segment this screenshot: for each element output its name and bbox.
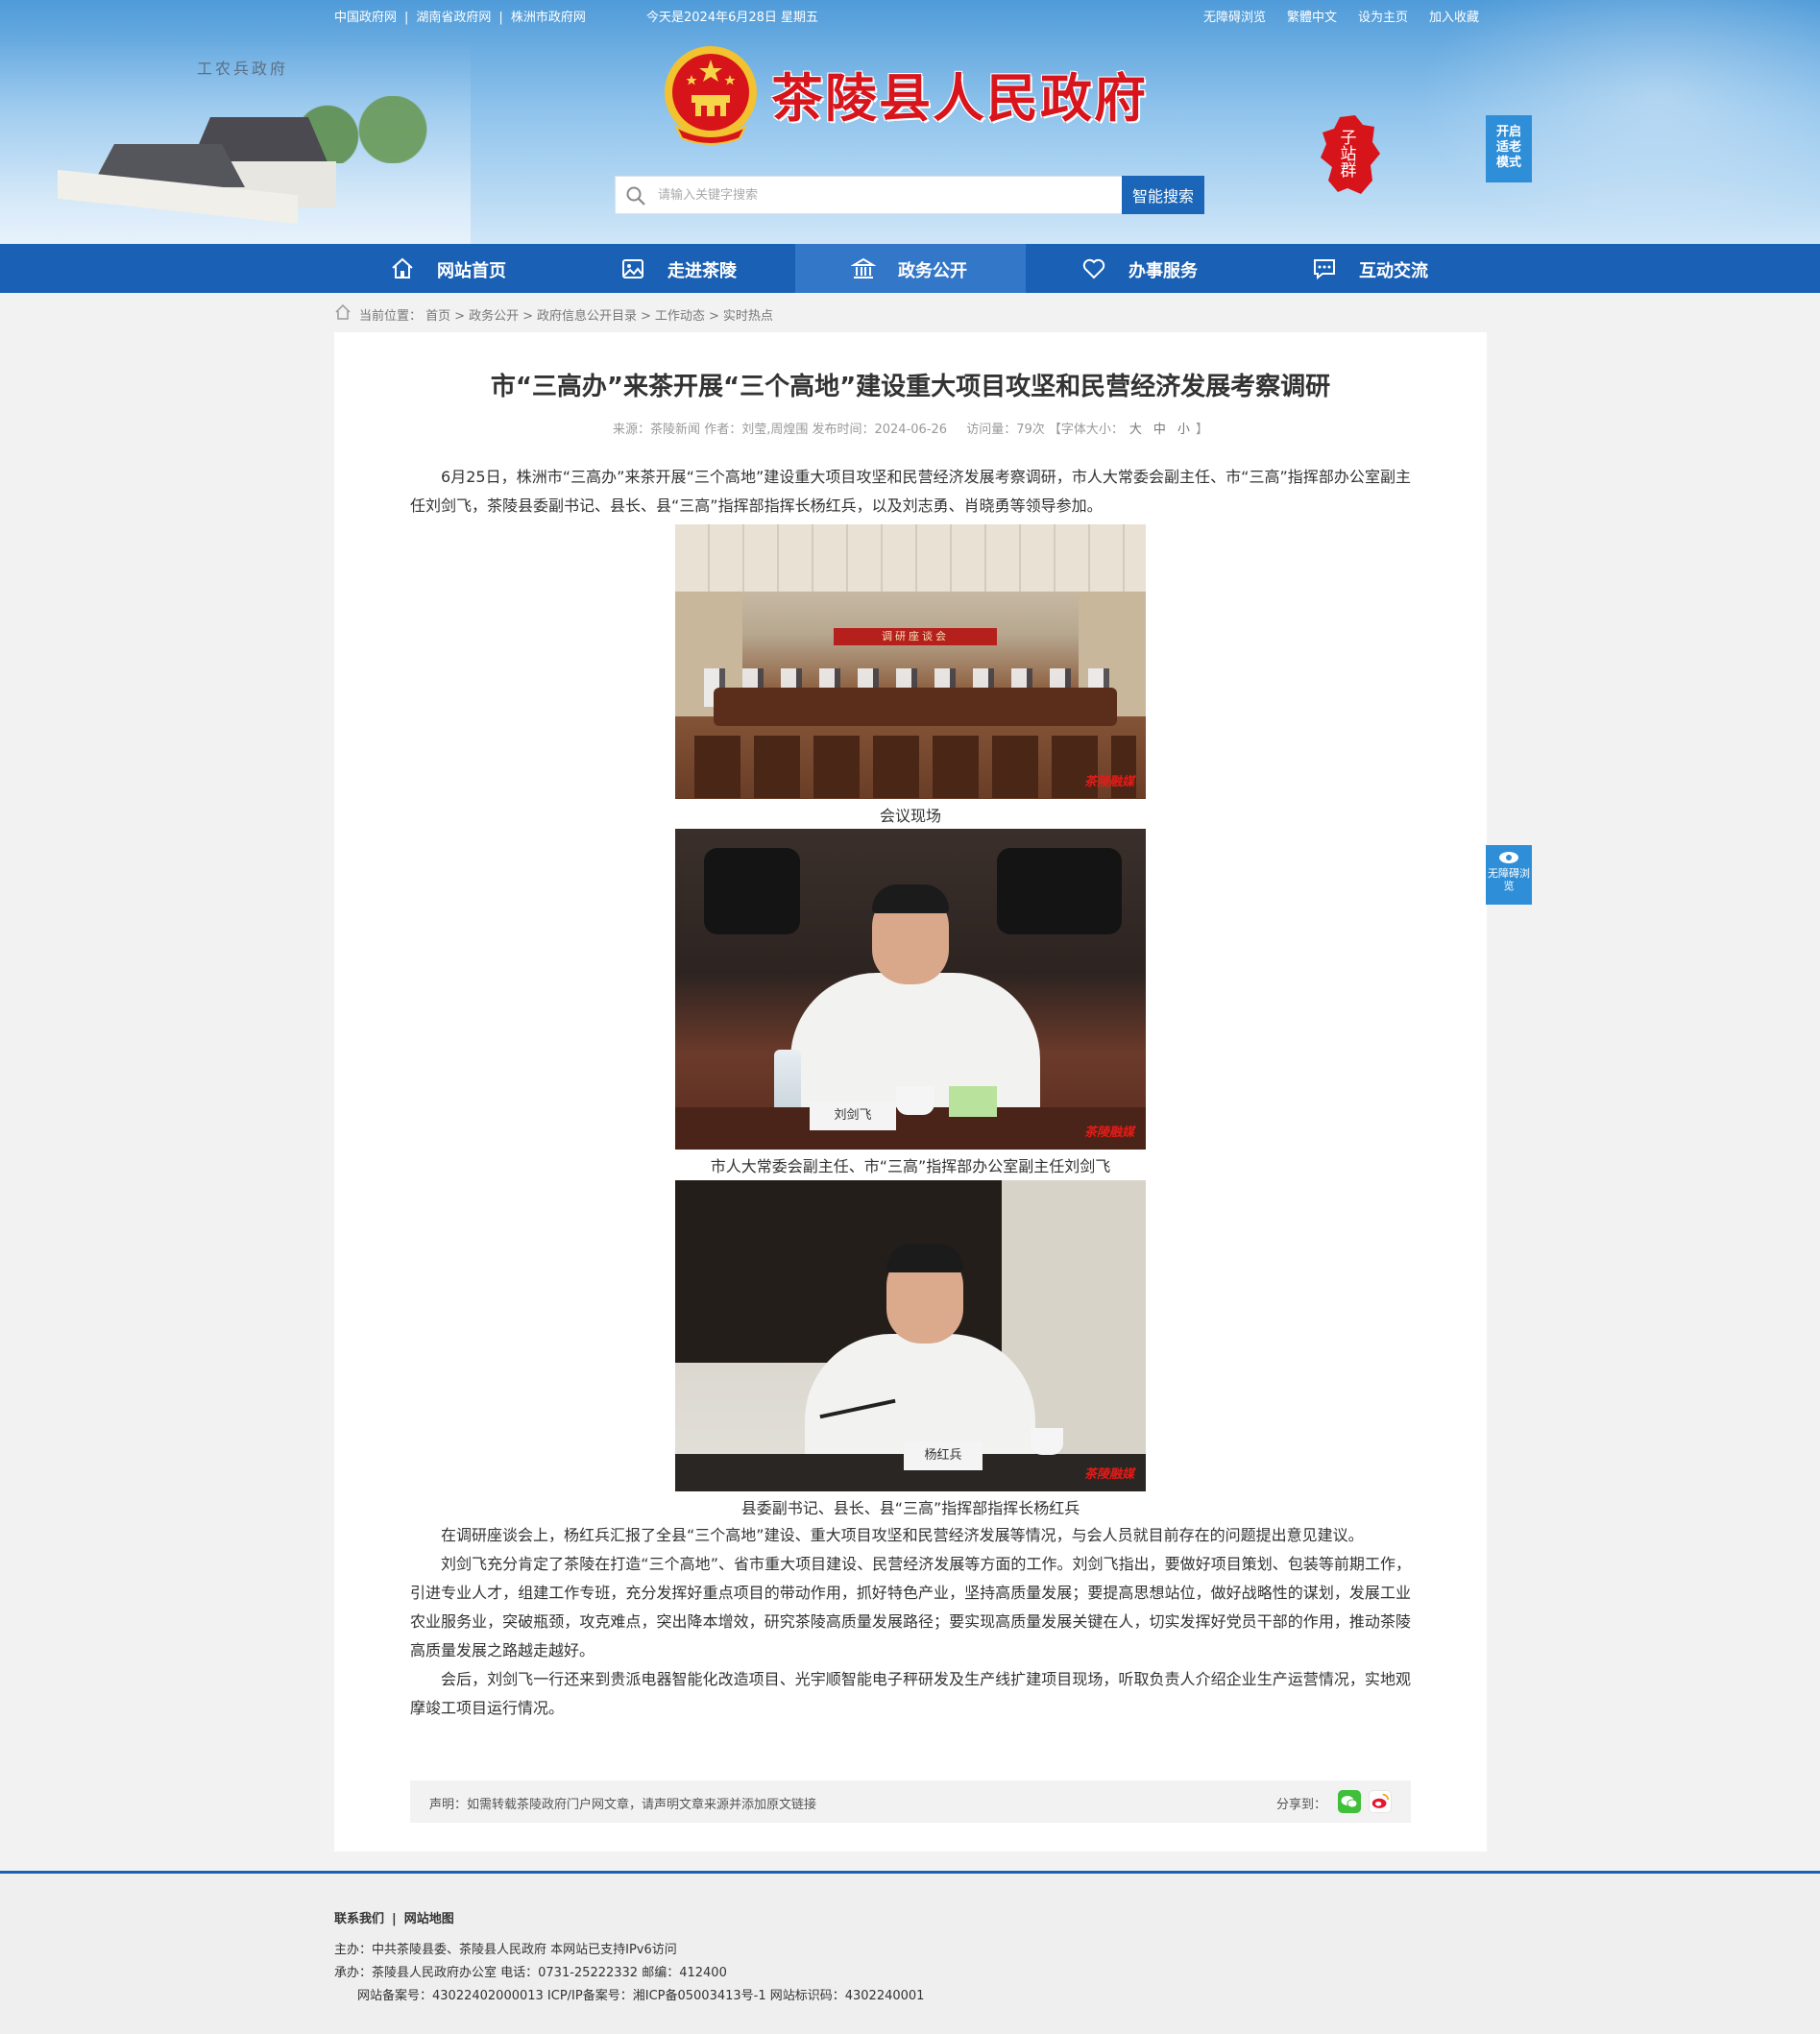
article-meta: 来源：茶陵新闻 作者：刘莹,周煌围 发布时间：2024-06-26 访问量：79… — [334, 419, 1487, 437]
accessible-browse-link[interactable]: 无障碍浏览 — [1203, 11, 1266, 25]
date-text: 今天是2024年6月28日 星期五 — [646, 11, 819, 25]
site-title: 茶陵县人民政府 — [771, 67, 1148, 129]
footer-records: 网站备案号：43022402000013 ICP/IP备案号：湘ICP备0500… — [357, 1989, 925, 2003]
scene-caption: 工农兵政府 — [197, 60, 289, 78]
font-size-label: 【字体大小： — [1048, 423, 1124, 437]
home-icon — [392, 257, 413, 278]
body-paragraph: 在调研座谈会上，杨红兵汇报了全县“三个高地”建设、重大项目攻坚和民营经济发展等情… — [441, 1526, 1364, 1544]
font-size-medium[interactable]: 中 — [1153, 423, 1166, 437]
body-paragraph: 会后，刘剑飞一行还来到贵派电器智能化改造项目、光宇顺智能电子秤研发及生产线扩建项… — [410, 1670, 1411, 1717]
eye-icon — [1499, 852, 1518, 863]
sitemap-link[interactable]: 网站地图 — [404, 1912, 454, 1926]
footer-organizer: 承办：茶陵县人民政府办公室 电话：0731-25222332 邮编：412400 — [334, 1966, 727, 1980]
nav-label-services: 办事服务 — [1128, 261, 1198, 281]
map-decoration — [1417, 0, 1820, 244]
share-label: 分享到： — [1275, 1798, 1326, 1812]
nav-item-services[interactable]: 办事服务 — [1026, 244, 1256, 293]
figure-caption: 会议现场 — [879, 807, 941, 825]
nav-item-about-chaling[interactable]: 走进茶陵 — [565, 244, 795, 293]
meta-author: 作者：刘莹,周煌围 — [704, 423, 809, 437]
article-card: 市“三高办”来茶开展“三个高地”建设重大项目攻坚和民营经济发展考察调研 来源：茶… — [334, 332, 1487, 1852]
nav-label-home: 网站首页 — [437, 261, 506, 281]
chat-icon — [1314, 259, 1335, 280]
intro-paragraph: 6月25日，株洲市“三高办”来茶开展“三个高地”建设重大项目攻坚和民营经济发展考… — [410, 468, 1411, 515]
meta-source: 来源：茶陵新闻 — [613, 423, 701, 437]
speaker-photo: 刘剑飞 茶陵融媒 — [675, 829, 1146, 1150]
font-size-large[interactable]: 大 — [1129, 423, 1142, 437]
search-button[interactable]: 智能搜索 — [1122, 176, 1204, 214]
top-links: 中国政府网 | 湖南省政府网 | 株洲市政府网 — [334, 11, 586, 25]
subsite-group-link[interactable]: 子站群 — [1313, 113, 1382, 196]
meta-views: 访问量：79次 — [966, 423, 1045, 437]
contact-us-link[interactable]: 联系我们 — [334, 1912, 384, 1926]
main-nav: 网站首页 走进茶陵 政务公开 办事服务 互动交流 — [0, 244, 1820, 293]
weibo-share-icon[interactable] — [1369, 1790, 1392, 1813]
elder-mode-line-3: 模式 — [1495, 156, 1521, 170]
heart-icon — [1082, 258, 1105, 279]
elder-mode-line-1: 开启 — [1495, 125, 1521, 139]
nav-item-interaction[interactable]: 互动交流 — [1256, 244, 1487, 293]
top-link-gov-cn[interactable]: 中国政府网 — [334, 11, 397, 25]
top-link-hunan[interactable]: 湖南省政府网 — [416, 11, 491, 25]
subsite-label: 子站群 — [1340, 129, 1357, 181]
copyright-statement-bar: 声明：如需转载茶陵政府门户网文章，请声明文章来源并添加原文链接 分享到： — [410, 1780, 1411, 1823]
breadcrumb-prefix: 当前位置： — [359, 309, 423, 324]
photo-banner-text: 调研座谈会 — [834, 628, 997, 645]
font-size-small[interactable]: 小 — [1177, 423, 1190, 437]
top-right-links: 无障碍浏览 繁體中文 设为主页 加入收藏 — [1182, 7, 1479, 25]
article-intro: 6月25日，株洲市“三高办”来茶开展“三个高地”建设重大项目攻坚和民营经济发展考… — [410, 463, 1411, 521]
footer-host: 主办：中共茶陵县委、茶陵县人民政府 本网站已支持IPv6访问 — [334, 1943, 677, 1957]
set-homepage-link[interactable]: 设为主页 — [1358, 11, 1408, 25]
elder-mode-line-2: 适老 — [1495, 140, 1521, 155]
search-input[interactable] — [658, 181, 1109, 209]
accessibility-float-button[interactable]: 无障碍浏览 — [1486, 845, 1532, 905]
accessibility-float-label: 无障碍浏览 — [1488, 867, 1530, 892]
nav-item-home[interactable]: 网站首页 — [334, 244, 565, 293]
search-icon — [626, 186, 645, 206]
breadcrumb-home[interactable]: 首页 — [425, 309, 450, 324]
traditional-chinese-link[interactable]: 繁體中文 — [1287, 11, 1337, 25]
wechat-share-icon[interactable] — [1338, 1790, 1361, 1813]
elder-mode-button[interactable]: 开启 适老 模式 — [1486, 115, 1532, 182]
nav-label-gov: 政务公开 — [898, 261, 967, 281]
font-size-end: 】 — [1195, 423, 1208, 437]
nav-label-interaction: 互动交流 — [1359, 261, 1428, 281]
picture-icon — [622, 259, 643, 278]
breadcrumb-info-directory[interactable]: 政府信息公开目录 — [537, 309, 637, 324]
breadcrumb-gov-affairs[interactable]: 政务公开 — [469, 309, 519, 324]
meta-publish-time: 发布时间：2024-06-26 — [812, 423, 948, 437]
top-link-zhuzhou[interactable]: 株洲市政府网 — [511, 11, 586, 25]
nav-label-about: 走进茶陵 — [667, 261, 737, 281]
photo-watermark: 茶陵融媒 — [1083, 775, 1134, 789]
site-footer: 联系我们 | 网站地图 主办：中共茶陵县委、茶陵县人民政府 本网站已支持IPv6访问… — [0, 1871, 1820, 2034]
top-bar: 中国政府网 | 湖南省政府网 | 株洲市政府网 今天是2024年6月28日 星期五 无障… — [334, 7, 1487, 26]
breadcrumb-work-news[interactable]: 工作动态 — [655, 309, 705, 324]
figure-caption: 县委副书记、县长、县“三高”指挥部指挥长杨红兵 — [740, 1499, 1080, 1517]
article-body: 在调研座谈会上，杨红兵汇报了全县“三个高地”建设、重大项目攻坚和民营经济发展等情… — [410, 1521, 1411, 1723]
photo-nameplate: 刘剑飞 — [810, 1102, 896, 1130]
figure-caption: 市人大常委会副主任、市“三高”指挥部办公室副主任刘剑飞 — [710, 1157, 1111, 1175]
nav-item-government-affairs[interactable]: 政务公开 — [795, 244, 1026, 293]
meeting-photo: 调研座谈会 茶陵融媒 — [675, 524, 1146, 799]
photo-watermark: 茶陵融媒 — [1083, 1467, 1134, 1482]
body-paragraph: 刘剑飞充分肯定了茶陵在打造“三个高地”、省市重大项目建设、民营经济发展等方面的工… — [410, 1555, 1411, 1659]
footer-links: 联系我们 | 网站地图 — [334, 1912, 454, 1926]
article-title: 市“三高办”来茶开展“三个高地”建设重大项目攻坚和民营经济发展考察调研 — [490, 373, 1331, 401]
breadcrumb-hot-topics[interactable]: 实时热点 — [723, 309, 773, 324]
speaker-photo: 杨红兵 茶陵融媒 — [675, 1180, 1146, 1491]
government-building-icon — [851, 257, 876, 278]
breadcrumb: 当前位置： 首页 > 政务公开 > 政府信息公开目录 > 工作动态 > 实时热点 — [334, 303, 1487, 324]
home-icon — [335, 303, 351, 320]
search-box — [615, 176, 1124, 214]
photo-watermark: 茶陵融媒 — [1083, 1126, 1134, 1140]
add-favorite-link[interactable]: 加入收藏 — [1429, 11, 1479, 25]
site-header: 工农兵政府 中国政府网 | 湖南省政府网 | 株洲市政府网 今天是2024年6月28日 … — [0, 0, 1820, 244]
national-emblem-icon — [665, 46, 757, 145]
photo-nameplate: 杨红兵 — [904, 1441, 983, 1470]
copyright-statement: 声明：如需转载茶陵政府门户网文章，请声明文章来源并添加原文链接 — [429, 1798, 817, 1812]
